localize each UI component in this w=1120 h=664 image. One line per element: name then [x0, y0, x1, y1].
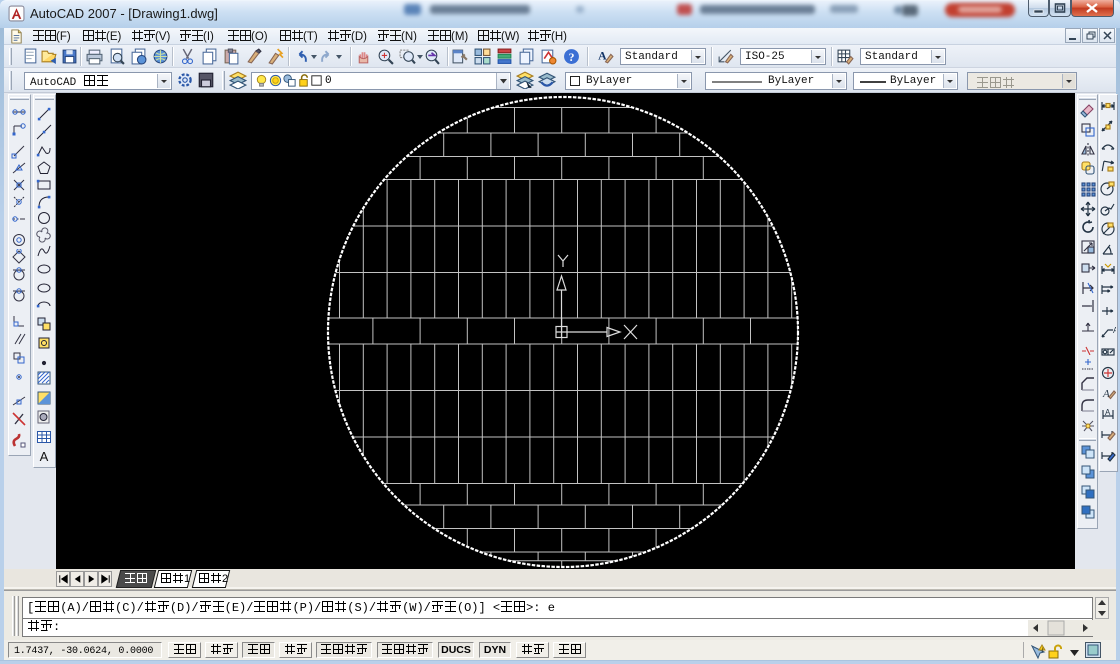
svg-text:A: A	[1113, 326, 1116, 335]
svg-text:A: A	[1102, 388, 1110, 400]
svg-text:A: A	[1105, 408, 1111, 417]
svg-text:?: ?	[569, 51, 575, 64]
svg-text:A: A	[40, 449, 49, 464]
